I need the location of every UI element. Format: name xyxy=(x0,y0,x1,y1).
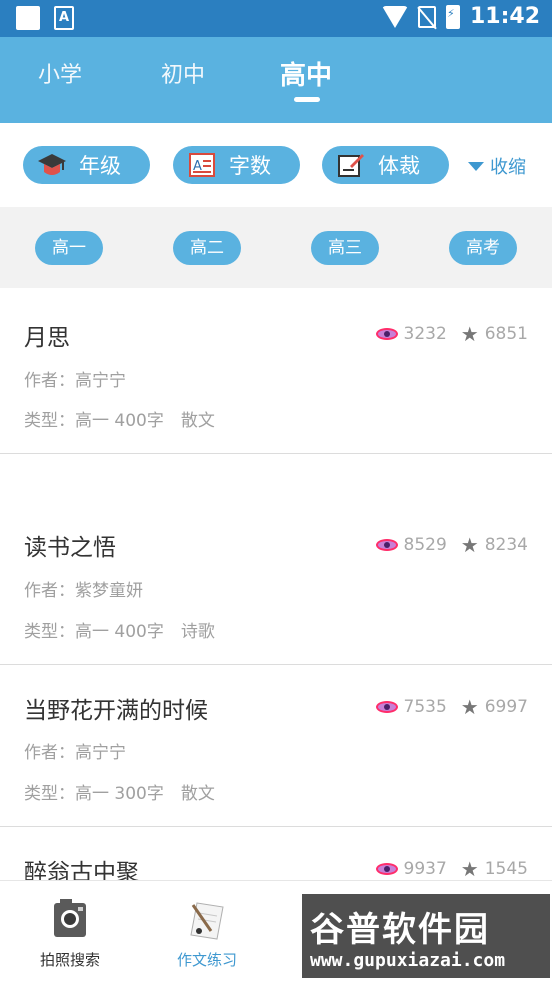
view-count: 7535 xyxy=(403,697,447,717)
edit-note-icon xyxy=(338,154,364,177)
tab-high-school[interactable]: 高中 xyxy=(280,55,332,92)
star-icon: ★ xyxy=(460,695,479,719)
view-count: 9937 xyxy=(403,859,447,879)
watermark-url: www.gupuxiazai.com xyxy=(310,950,506,971)
tab-middle-school[interactable]: 初中 xyxy=(161,57,205,89)
battery-charging-icon xyxy=(445,4,460,29)
wordcount-filter-label: 字数 xyxy=(229,154,271,178)
eye-icon xyxy=(375,328,398,340)
essay-title: 读书之悟 xyxy=(24,535,116,561)
essay-author: 作者：高宁宁 xyxy=(24,371,126,391)
star-count: 6851 xyxy=(484,324,528,344)
eye-icon xyxy=(375,701,398,713)
notification-app-icon: A xyxy=(54,6,74,30)
essay-list: 月思 3232 ★ 6851 作者：高宁宁 类型：高一 400字 散文 读书之悟… xyxy=(0,288,552,880)
essay-stats: 9937 ★ 1545 xyxy=(375,857,528,880)
grade-filter-button[interactable]: 年级 xyxy=(23,146,150,184)
grade-chip-1[interactable]: 高一 xyxy=(35,231,103,265)
essay-stats: 7535 ★ 6997 xyxy=(375,695,528,719)
essay-title: 月思 xyxy=(24,325,70,351)
list-item[interactable]: 读书之悟 8529 ★ 8234 作者：紫梦童妍 类型：高一 400字 诗歌 xyxy=(0,454,552,665)
genre-filter-label: 体裁 xyxy=(378,154,420,178)
view-count: 8529 xyxy=(403,535,447,555)
star-count: 1545 xyxy=(484,859,528,879)
star-count: 6997 xyxy=(484,697,528,717)
active-tab-indicator xyxy=(294,97,320,102)
level-tab-bar: 小学 初中 高中 xyxy=(0,37,552,123)
essay-type: 类型：高一 400字 散文 xyxy=(24,411,215,431)
essay-title: 醉翁古中聚 xyxy=(24,860,139,880)
essay-stats: 8529 ★ 8234 xyxy=(375,533,528,557)
grade-chip-2[interactable]: 高二 xyxy=(173,231,241,265)
collapse-label: 收缩 xyxy=(490,157,526,178)
list-item[interactable]: 醉翁古中聚 9937 ★ 1545 xyxy=(0,827,552,880)
list-item[interactable]: 当野花开满的时候 7535 ★ 6997 作者：高宁宁 类型：高一 300字 散… xyxy=(0,665,552,827)
no-sim-icon xyxy=(417,5,436,28)
grade-filter-label: 年级 xyxy=(79,154,121,178)
essay-author: 作者：高宁宁 xyxy=(24,743,126,763)
nav-photo-search-label: 拍照搜索 xyxy=(39,951,100,969)
eye-icon xyxy=(375,863,398,875)
collapse-toggle[interactable]: 收缩 xyxy=(468,153,526,179)
eye-icon xyxy=(375,539,398,551)
pen-paper-icon xyxy=(190,902,224,940)
status-time: 11:42 xyxy=(469,4,540,29)
status-bar: A 11:42 xyxy=(0,0,552,37)
triangle-down-icon xyxy=(468,161,484,171)
grade-chip-row: 高一 高二 高三 高考 xyxy=(0,207,552,288)
star-icon: ★ xyxy=(460,322,479,346)
graduation-cap-icon xyxy=(38,154,66,175)
essay-type: 类型：高一 300字 散文 xyxy=(24,784,215,804)
list-item[interactable]: 月思 3232 ★ 6851 作者：高宁宁 类型：高一 400字 散文 xyxy=(0,288,552,454)
wordcount-filter-button[interactable]: A 字数 xyxy=(173,146,300,184)
essay-stats: 3232 ★ 6851 xyxy=(375,322,528,346)
genre-filter-button[interactable]: 体裁 xyxy=(322,146,449,184)
watermark-overlay: 谷普软件园 www.gupuxiazai.com xyxy=(302,894,550,978)
text-document-icon: A xyxy=(189,153,215,177)
camera-icon xyxy=(54,899,86,937)
app-screen: A 11:42 小学 初中 高中 年级 A xyxy=(0,0,552,983)
essay-author: 作者：紫梦童妍 xyxy=(24,581,143,601)
grade-chip-exam[interactable]: 高考 xyxy=(449,231,517,265)
tab-primary-school[interactable]: 小学 xyxy=(38,57,82,89)
star-count: 8234 xyxy=(484,535,528,555)
essay-type: 类型：高一 400字 诗歌 xyxy=(24,622,215,642)
view-count: 3232 xyxy=(403,324,447,344)
nav-essay-practice[interactable]: 作文练习 xyxy=(147,897,267,970)
watermark-title: 谷普软件园 xyxy=(310,910,490,950)
grade-chip-3[interactable]: 高三 xyxy=(311,231,379,265)
nav-essay-practice-label: 作文练习 xyxy=(176,951,237,969)
essay-title: 当野花开满的时候 xyxy=(24,698,208,724)
notification-square-icon xyxy=(16,6,40,30)
wifi-icon xyxy=(381,5,408,28)
nav-photo-search[interactable]: 拍照搜索 xyxy=(10,897,130,970)
filter-bar: 年级 A 字数 体裁 收缩 xyxy=(0,123,552,207)
star-icon: ★ xyxy=(460,533,479,557)
star-icon: ★ xyxy=(460,857,479,880)
